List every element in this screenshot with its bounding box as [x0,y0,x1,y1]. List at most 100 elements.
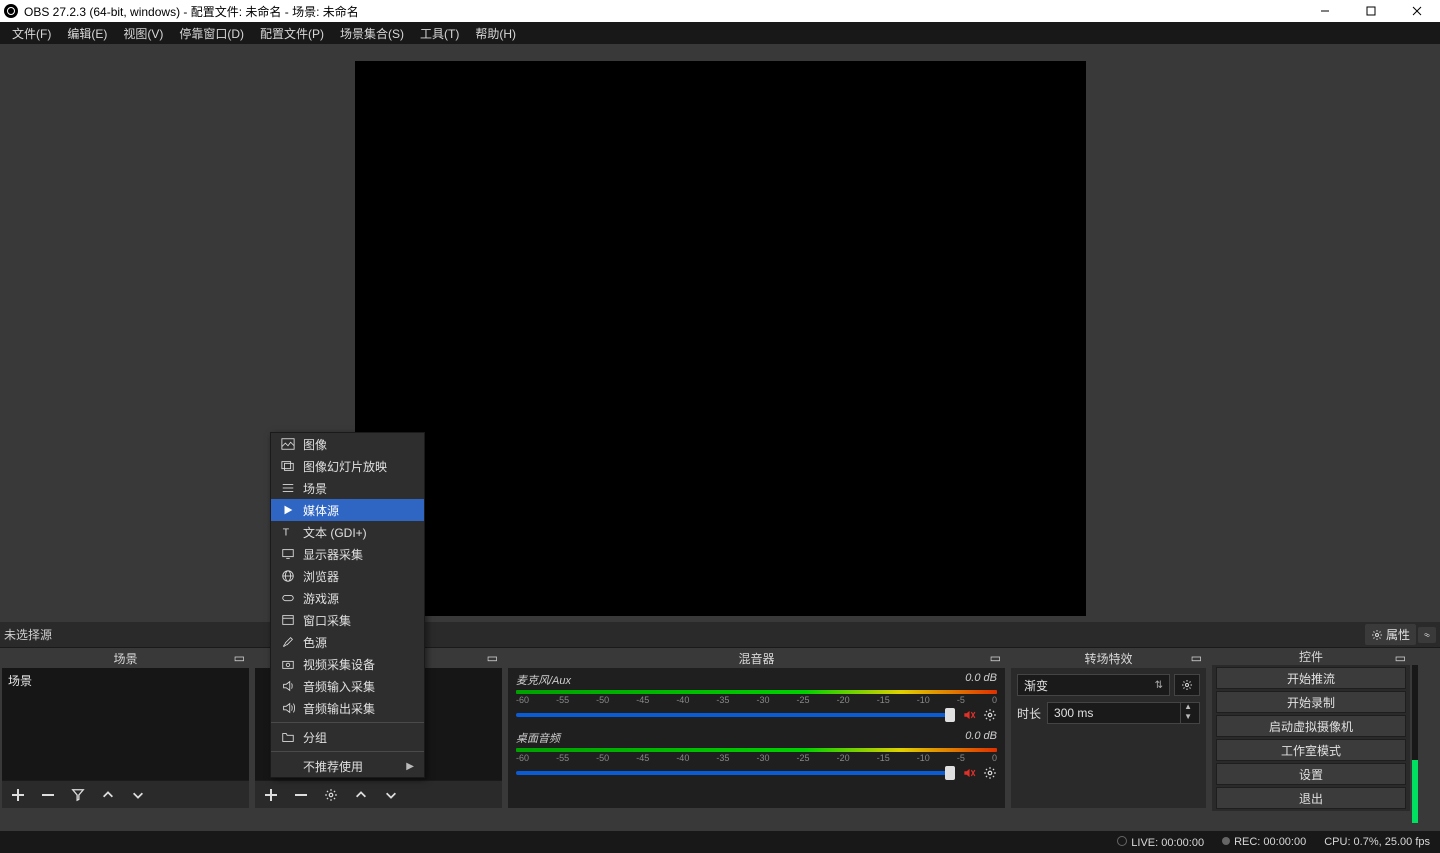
close-button[interactable] [1394,0,1440,22]
ctx-group[interactable]: 分组 [271,726,424,748]
filters-button[interactable] [1418,627,1436,643]
titlebar: OBS 27.2.3 (64-bit, windows) - 配置文件: 未命名… [0,0,1440,22]
play-icon [281,503,295,517]
transitions-header[interactable]: 转场特效 ▭ [1011,648,1206,668]
mixer-header[interactable]: 混音器 ▭ [508,648,1005,668]
ctx-deprecated[interactable]: 不推荐使用▶ [271,755,424,777]
ctx-media-source[interactable]: 媒体源 [271,499,424,521]
mixer-channel-desktop: 桌面音频 0.0 dB -60-55-50-45-40-35-30-25-20-… [516,730,997,780]
slideshow-icon [281,459,295,473]
undock-icon[interactable]: ▭ [234,651,245,665]
ctx-game-capture[interactable]: 游戏源 [271,587,424,609]
scene-filters-button[interactable] [70,787,86,803]
svg-text:T: T [283,527,290,539]
menu-scene-collection[interactable]: 场景集合(S) [332,23,412,44]
ctx-window-capture[interactable]: 窗口采集 [271,609,424,631]
ctx-video-capture[interactable]: 视频采集设备 [271,653,424,675]
exit-button[interactable]: 退出 [1216,787,1406,809]
move-scene-up-button[interactable] [100,787,116,803]
start-streaming-button[interactable]: 开始推流 [1216,667,1406,689]
menu-view[interactable]: 视图(V) [115,23,171,44]
duration-spinner[interactable]: 300 ms ▲▼ [1047,702,1200,724]
ctx-audio-input[interactable]: 音频输入采集 [271,675,424,697]
menu-tools[interactable]: 工具(T) [412,23,467,44]
gamepad-icon [281,591,295,605]
channel-meter [516,748,997,752]
ctx-scene[interactable]: 场景 [271,477,424,499]
remove-scene-button[interactable] [40,787,56,803]
ctx-audio-output[interactable]: 音频输出采集 [271,697,424,719]
scenes-panel: 场景 ▭ 场景 [2,648,249,808]
transition-select[interactable]: 渐变 ⇅ [1017,674,1170,696]
move-source-down-button[interactable] [383,787,399,803]
scene-item[interactable]: 场景 [2,668,249,693]
controls-header[interactable]: 控件 ▭ [1212,648,1410,665]
menubar: 文件(F) 编辑(E) 视图(V) 停靠窗口(D) 配置文件(P) 场景集合(S… [0,22,1440,44]
brush-icon [281,635,295,649]
move-scene-down-button[interactable] [130,787,146,803]
ctx-browser[interactable]: 浏览器 [271,565,424,587]
output-level-meter [1412,665,1418,823]
image-icon [281,437,295,451]
separator [271,722,424,723]
preview-canvas[interactable] [355,61,1086,616]
ctx-slideshow[interactable]: 图像幻灯片放映 [271,455,424,477]
scenes-header[interactable]: 场景 ▭ [2,648,249,668]
preview-area [0,44,1440,622]
undock-icon[interactable]: ▭ [990,651,1001,665]
ctx-image[interactable]: 图像 [271,433,424,455]
mute-button[interactable] [961,708,977,722]
undock-icon[interactable]: ▭ [1395,651,1406,665]
statusbar: LIVE: 00:00:00 REC: 00:00:00 CPU: 0.7%, … [0,831,1440,853]
chevron-updown-icon: ⇅ [1155,680,1163,691]
minimize-button[interactable] [1302,0,1348,22]
status-live: LIVE: 00:00:00 [1117,836,1204,849]
channel-settings-button[interactable] [983,766,997,780]
list-icon [281,481,295,495]
undock-icon[interactable]: ▭ [1191,651,1202,665]
duration-label: 时长 [1017,705,1041,722]
menu-help[interactable]: 帮助(H) [467,23,524,44]
menu-edit[interactable]: 编辑(E) [59,23,115,44]
channel-settings-button[interactable] [983,708,997,722]
scene-list[interactable]: 场景 [2,668,249,780]
settings-button[interactable]: 设置 [1216,763,1406,785]
start-virtual-camera-button[interactable]: 启动虚拟摄像机 [1216,715,1406,737]
menu-profile[interactable]: 配置文件(P) [252,23,332,44]
channel-name: 麦克风/Aux [516,672,571,688]
gear-icon [1371,629,1383,641]
add-scene-button[interactable] [10,787,26,803]
status-rec: REC: 00:00:00 [1222,836,1306,848]
mute-button[interactable] [961,766,977,780]
add-source-button[interactable] [263,787,279,803]
properties-button[interactable]: 属性 [1365,624,1416,645]
window-title: OBS 27.2.3 (64-bit, windows) - 配置文件: 未命名… [24,3,359,20]
start-recording-button[interactable]: 开始录制 [1216,691,1406,713]
monitor-icon [281,547,295,561]
remove-source-button[interactable] [293,787,309,803]
ctx-display-capture[interactable]: 显示器采集 [271,543,424,565]
channel-meter [516,690,997,694]
maximize-button[interactable] [1348,0,1394,22]
source-properties-button[interactable] [323,787,339,803]
spinner-buttons[interactable]: ▲▼ [1180,703,1195,723]
source-info-bar: 未选择源 属性 [0,622,1440,648]
audio-in-icon [281,679,295,693]
audio-out-icon [281,701,295,715]
add-source-context-menu: 图像 图像幻灯片放映 场景 媒体源 T文本 (GDI+) 显示器采集 浏览器 游… [270,432,425,778]
transition-properties-button[interactable] [1174,674,1200,696]
channel-db: 0.0 dB [965,672,997,688]
db-ticks: -60-55-50-45-40-35-30-25-20-15-10-50 [516,753,997,763]
camera-icon [281,657,295,671]
studio-mode-button[interactable]: 工作室模式 [1216,739,1406,761]
status-cpu: CPU: 0.7%, 25.00 fps [1324,836,1430,848]
undock-icon[interactable]: ▭ [487,651,498,665]
volume-slider[interactable] [516,713,955,717]
volume-slider[interactable] [516,771,955,775]
menu-docks[interactable]: 停靠窗口(D) [171,23,252,44]
menu-file[interactable]: 文件(F) [4,23,59,44]
channel-name: 桌面音频 [516,730,560,746]
move-source-up-button[interactable] [353,787,369,803]
ctx-color-source[interactable]: 色源 [271,631,424,653]
ctx-text-gdi[interactable]: T文本 (GDI+) [271,521,424,543]
